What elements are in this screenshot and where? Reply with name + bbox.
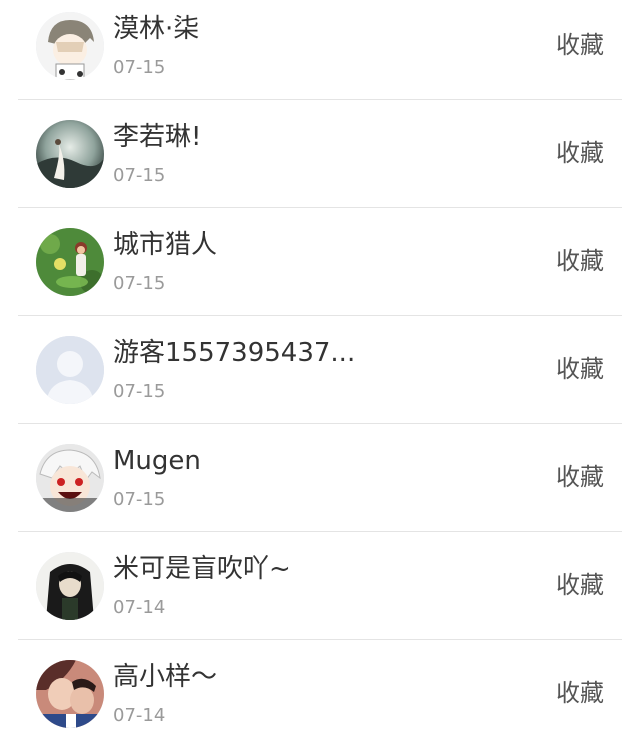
cartoon-face-icon: [36, 12, 104, 80]
user-name: 漠林·柒: [113, 14, 200, 44]
user-list: 漠林·柒 07-15 收藏 李若琳! 07-15 收藏 城市猎人 07-15 收…: [0, 0, 640, 748]
favorite-button[interactable]: 收藏: [556, 678, 604, 708]
list-item[interactable]: 米可是盲吹吖~ 07-14 收藏: [0, 532, 640, 640]
favorite-button[interactable]: 收藏: [556, 138, 604, 168]
favorite-button[interactable]: 收藏: [556, 462, 604, 492]
post-date: 07-15: [113, 57, 166, 78]
avatar[interactable]: [36, 228, 104, 296]
favorite-button[interactable]: 收藏: [556, 30, 604, 60]
couple-photo-icon: [36, 660, 104, 728]
list-item[interactable]: 李若琳! 07-15 收藏: [0, 100, 640, 208]
game-character-icon: [36, 228, 104, 296]
list-item[interactable]: 游客1557395437... 07-15 收藏: [0, 316, 640, 424]
avatar[interactable]: [36, 552, 104, 620]
post-date: 07-15: [113, 273, 166, 294]
post-date: 07-15: [113, 381, 166, 402]
default-user-icon: [36, 336, 104, 404]
landscape-photo-icon: [36, 120, 104, 188]
user-name: Mugen: [113, 446, 201, 476]
favorite-button[interactable]: 收藏: [556, 354, 604, 384]
favorite-button[interactable]: 收藏: [556, 246, 604, 276]
user-name: 高小样～: [113, 662, 218, 692]
list-item[interactable]: 城市猎人 07-15 收藏: [0, 208, 640, 316]
post-date: 07-15: [113, 489, 166, 510]
avatar[interactable]: [36, 120, 104, 188]
user-name: 游客1557395437...: [113, 338, 353, 368]
avatar[interactable]: [36, 444, 104, 512]
user-name: 城市猎人: [113, 230, 218, 260]
list-item[interactable]: 漠林·柒 07-15 收藏: [0, 0, 640, 100]
list-item[interactable]: Mugen 07-15 收藏: [0, 424, 640, 532]
anime-face-icon: [36, 444, 104, 512]
list-item[interactable]: 高小样～ 07-14 收藏: [0, 640, 640, 748]
user-name: 米可是盲吹吖~: [113, 554, 291, 584]
portrait-photo-icon: [36, 552, 104, 620]
post-date: 07-15: [113, 165, 166, 186]
avatar[interactable]: [36, 12, 104, 80]
avatar[interactable]: [36, 660, 104, 728]
post-date: 07-14: [113, 705, 166, 726]
favorite-button[interactable]: 收藏: [556, 570, 604, 600]
post-date: 07-14: [113, 597, 166, 618]
avatar[interactable]: [36, 336, 104, 404]
user-name: 李若琳!: [113, 122, 202, 152]
